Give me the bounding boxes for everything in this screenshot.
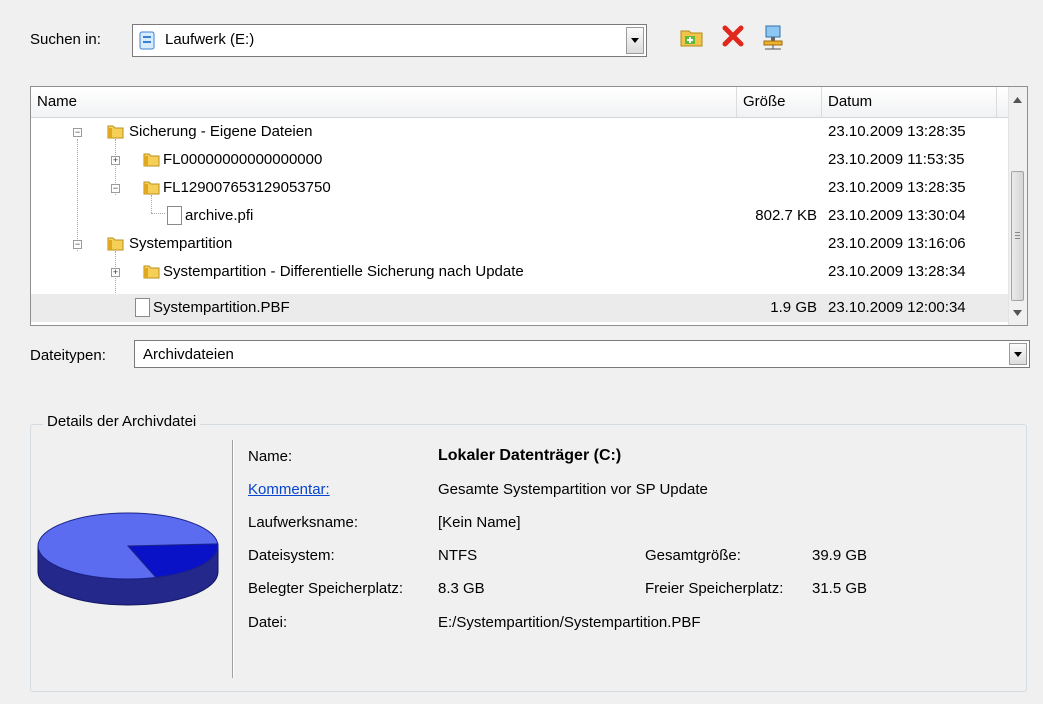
details-divider <box>232 440 234 678</box>
row-date: 23.10.2009 13:28:35 <box>828 123 966 140</box>
scrollbar-thumb[interactable] <box>1011 171 1024 301</box>
folder-icon <box>143 181 160 195</box>
list-item[interactable]: archive.pfi 802.7 KB 23.10.2009 13:30:04 <box>31 202 1011 230</box>
row-size: 1.9 GB <box>770 299 817 316</box>
scroll-up-icon[interactable] <box>1013 97 1022 103</box>
folder-icon <box>143 153 160 167</box>
comment-value: Gesamte Systempartition vor SP Update <box>438 481 708 498</box>
row-size: 802.7 KB <box>755 207 817 224</box>
row-date: 23.10.2009 13:28:35 <box>828 179 966 196</box>
look-in-dropdown-button[interactable] <box>626 27 644 54</box>
row-name: Systempartition <box>129 235 233 252</box>
file-list[interactable]: Name Größe Datum − Sicherung - Eigene Da… <box>30 86 1028 326</box>
row-name: FL129007653129053750 <box>163 179 331 196</box>
new-folder-icon[interactable] <box>680 25 704 49</box>
name-label: Name: <box>248 448 293 465</box>
folder-icon <box>107 125 124 139</box>
drive-name-label: Laufwerksname: <box>248 514 359 531</box>
list-item[interactable]: + FL00000000000000000 23.10.2009 11:53:3… <box>31 146 1011 174</box>
look-in-combo[interactable]: Laufwerk (E:) <box>132 24 647 57</box>
row-name: Systempartition - Differentielle Sicheru… <box>163 263 524 280</box>
folder-icon <box>143 265 160 279</box>
row-date: 23.10.2009 12:00:34 <box>828 299 966 316</box>
row-name: archive.pfi <box>185 207 254 224</box>
details-group-title: Details der Archivdatei <box>43 413 201 430</box>
column-size-header[interactable]: Größe <box>737 87 822 117</box>
list-item-selected[interactable]: Systempartition.PBF 1.9 GB 23.10.2009 12… <box>31 294 1011 322</box>
free-space-value: 31.5 GB <box>812 580 868 597</box>
column-date-header[interactable]: Datum <box>822 87 997 117</box>
comment-link[interactable]: Kommentar: <box>248 481 330 498</box>
list-item[interactable]: − Systempartition 23.10.2009 13:16:06 <box>31 230 1011 258</box>
file-icon <box>167 206 182 225</box>
list-item[interactable]: − FL129007653129053750 23.10.2009 13:28:… <box>31 174 1011 202</box>
scroll-down-icon[interactable] <box>1013 310 1022 316</box>
filesystem-value: NTFS <box>438 547 478 564</box>
expand-icon[interactable]: + <box>111 156 120 165</box>
row-name: Sicherung - Eigene Dateien <box>129 123 313 140</box>
used-space-value: 8.3 GB <box>438 580 485 597</box>
row-date: 23.10.2009 13:28:34 <box>828 263 966 280</box>
used-space-label: Belegter Speicherplatz: <box>248 580 404 597</box>
network-icon[interactable] <box>762 24 784 50</box>
row-date: 23.10.2009 13:30:04 <box>828 207 966 224</box>
filetypes-dropdown-button[interactable] <box>1009 343 1027 365</box>
file-label: Datei: <box>248 614 288 631</box>
collapse-icon[interactable]: − <box>73 240 82 249</box>
name-value: Lokaler Datenträger (C:) <box>438 447 622 464</box>
list-header: Name Größe Datum <box>31 87 1011 118</box>
row-name: FL00000000000000000 <box>163 151 323 168</box>
row-date: 23.10.2009 11:53:35 <box>828 151 965 168</box>
disk-usage-pie <box>37 512 219 606</box>
chevron-down-icon <box>631 38 639 43</box>
look-in-value: Laufwerk (E:) <box>165 31 255 48</box>
row-name: Systempartition.PBF <box>153 299 290 316</box>
list-item[interactable]: + Systempartition - Differentielle Siche… <box>31 258 1011 286</box>
file-icon <box>135 298 150 317</box>
filesystem-label: Dateisystem: <box>248 547 335 564</box>
collapse-icon[interactable]: − <box>111 184 120 193</box>
filetypes-value: Archivdateien <box>143 346 234 363</box>
column-name-header[interactable]: Name <box>31 87 737 117</box>
list-item[interactable]: − Sicherung - Eigene Dateien 23.10.2009 … <box>31 118 1011 146</box>
row-date: 23.10.2009 13:16:06 <box>828 235 966 252</box>
delete-icon[interactable] <box>722 25 744 47</box>
file-path-value: E:/Systempartition/Systempartition.PBF <box>438 614 701 631</box>
look-in-label: Suchen in: <box>30 31 101 48</box>
vertical-scrollbar[interactable] <box>1008 87 1027 325</box>
collapse-icon[interactable]: − <box>73 128 82 137</box>
total-size-label: Gesamtgröße: <box>645 547 741 564</box>
chevron-down-icon <box>1014 351 1022 357</box>
filetypes-combo[interactable]: Archivdateien <box>134 340 1030 368</box>
free-space-label: Freier Speicherplatz: <box>645 580 784 597</box>
expand-icon[interactable]: + <box>111 268 120 277</box>
filetypes-label: Dateitypen: <box>30 347 106 364</box>
drive-icon <box>139 31 155 50</box>
folder-icon <box>107 237 124 251</box>
drive-name-value: [Kein Name] <box>438 514 521 531</box>
total-size-value: 39.9 GB <box>812 547 868 564</box>
